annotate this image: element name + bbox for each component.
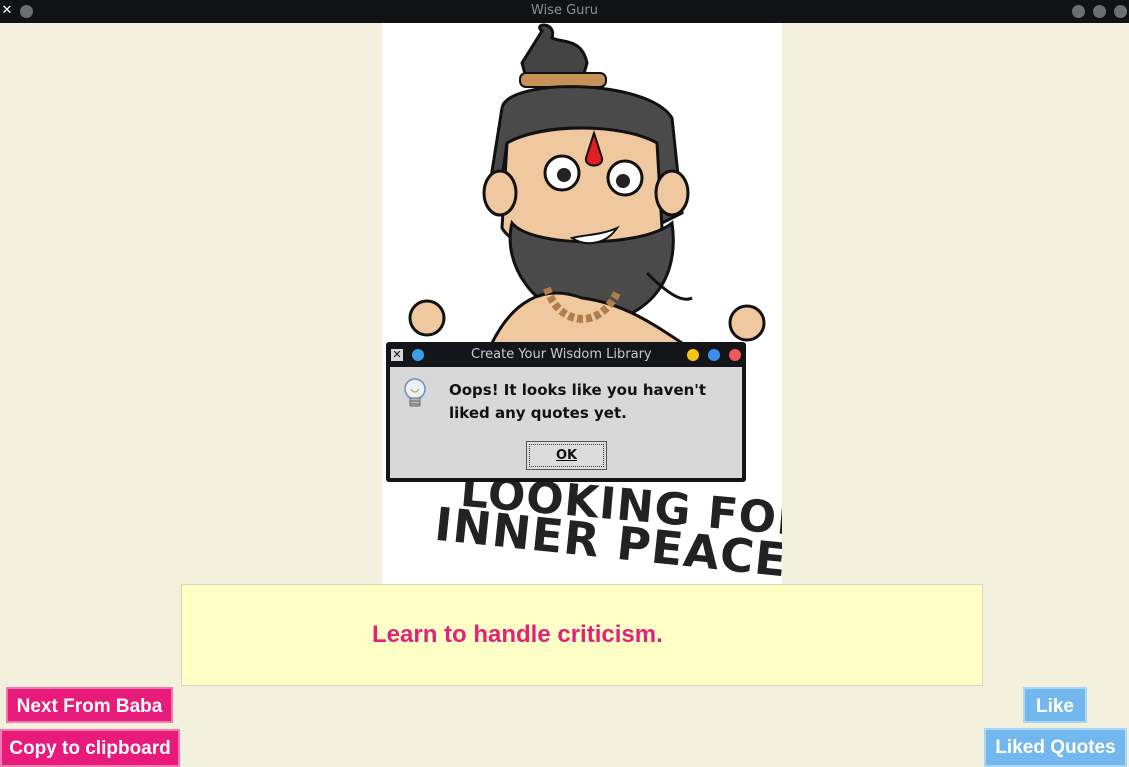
main-titlebar: ✕ Wise Guru: [0, 0, 1129, 23]
maximize-icon[interactable]: [1093, 5, 1106, 18]
window-close-icon[interactable]: [1114, 5, 1127, 18]
guru-illustration: LOOKING FOR INNER PEACE..: [382, 23, 782, 584]
dialog-menu-icon[interactable]: [412, 349, 424, 361]
info-dialog: ✕ Create Your Wisdom Library Oops! It lo…: [386, 342, 746, 482]
dialog-minimize-icon[interactable]: [687, 349, 699, 361]
lightbulb-icon: [404, 378, 426, 407]
dialog-message: Oops! It looks like you haven't liked an…: [449, 381, 707, 422]
dialog-body: Oops! It looks like you haven't liked an…: [390, 367, 742, 478]
dialog-close-icon[interactable]: ✕: [391, 349, 403, 361]
like-button[interactable]: Like: [1023, 687, 1087, 723]
liked-quotes-button[interactable]: Liked Quotes: [984, 728, 1127, 767]
window-title: Wise Guru: [531, 3, 598, 18]
quote-panel: Learn to handle criticism.: [181, 584, 983, 686]
copy-to-clipboard-button[interactable]: Copy to clipboard: [0, 729, 180, 767]
minimize-icon[interactable]: [1072, 5, 1085, 18]
dialog-title: Create Your Wisdom Library: [471, 347, 652, 362]
dialog-window-close-icon[interactable]: [729, 349, 741, 361]
dialog-maximize-icon[interactable]: [708, 349, 720, 361]
ok-button[interactable]: OK: [526, 441, 607, 470]
quote-text: Learn to handle criticism.: [372, 621, 663, 648]
dialog-titlebar: ✕ Create Your Wisdom Library: [386, 342, 746, 367]
next-from-baba-button[interactable]: Next From Baba: [6, 687, 173, 723]
